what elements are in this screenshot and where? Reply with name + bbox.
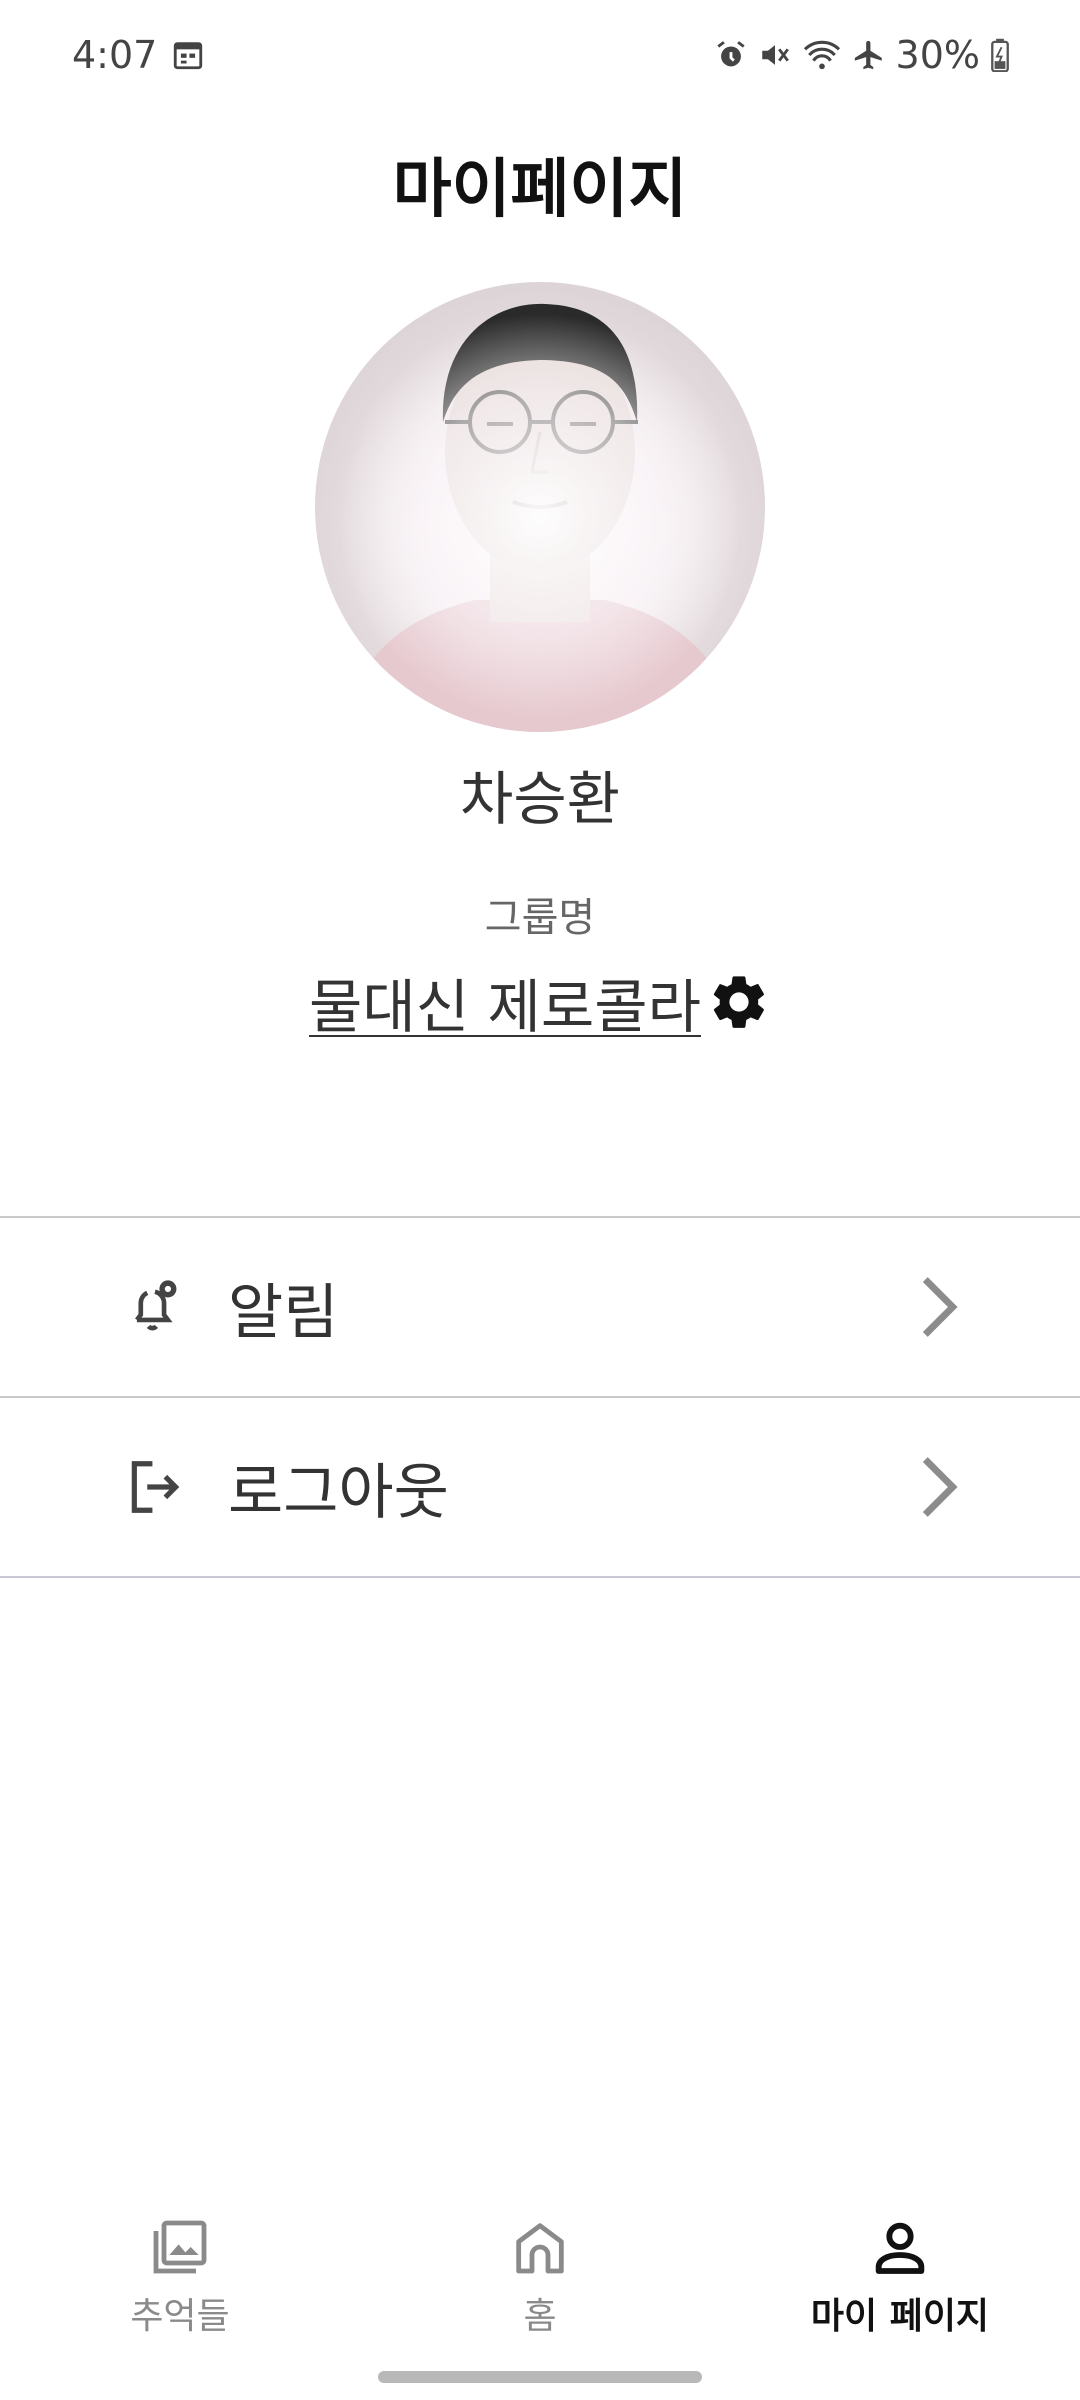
- chevron-right-icon: [916, 1455, 962, 1519]
- profile-photo: [315, 282, 765, 732]
- gear-icon[interactable]: [707, 970, 771, 1034]
- nav-tab-mypage[interactable]: 마이 페이지: [720, 2200, 1080, 2350]
- bottom-nav: 추억들 홈 마이 페이지: [0, 2200, 1080, 2350]
- group-row: 물대신 제로콜라: [0, 960, 1080, 1044]
- home-icon: [508, 2215, 572, 2279]
- menu-item-label: 알림: [228, 1277, 339, 1348]
- group-name-link[interactable]: 물대신 제로콜라: [309, 960, 701, 1044]
- wifi-icon: [802, 38, 842, 72]
- person-icon: [868, 2215, 932, 2279]
- group-label: 그룹명: [484, 895, 596, 941]
- battery-percent: 30%: [895, 33, 980, 77]
- status-bar: 4:07 30%: [0, 0, 1080, 110]
- nav-tab-memories[interactable]: 추억들: [0, 2200, 360, 2350]
- nav-label: 홈: [523, 2296, 557, 2337]
- home-indicator[interactable]: [378, 2371, 702, 2383]
- alarm-icon: [714, 38, 748, 72]
- page-title: 마이페이지: [392, 153, 688, 227]
- gallery-icon: [148, 2215, 212, 2279]
- airplane-icon: [852, 38, 886, 72]
- logout-icon: [124, 1456, 186, 1518]
- menu-item-logout[interactable]: 로그아웃: [0, 1398, 1080, 1578]
- status-time: 4:07: [72, 33, 158, 77]
- battery-icon: [990, 38, 1010, 72]
- menu-item-notifications[interactable]: 알림: [0, 1218, 1080, 1398]
- user-name: 차승환: [459, 765, 621, 833]
- mute-icon: [758, 38, 792, 72]
- status-right: 30%: [714, 33, 1010, 77]
- bell-settings-icon: [124, 1276, 186, 1338]
- settings-menu: 알림 로그아웃: [0, 1216, 1080, 1578]
- chevron-right-icon: [916, 1275, 962, 1339]
- calendar-icon: [171, 38, 205, 72]
- nav-tab-home[interactable]: 홈: [360, 2200, 720, 2350]
- menu-item-label: 로그아웃: [228, 1457, 449, 1528]
- avatar[interactable]: [315, 282, 765, 732]
- status-left: 4:07: [72, 33, 205, 77]
- nav-label: 마이 페이지: [810, 2296, 990, 2337]
- my-page-screen: 4:07 30% 마이페이지 차승환 그룹명 물대신 제로콜라 알림 로그아웃 …: [0, 0, 1080, 2400]
- nav-label: 추억들: [130, 2296, 230, 2337]
